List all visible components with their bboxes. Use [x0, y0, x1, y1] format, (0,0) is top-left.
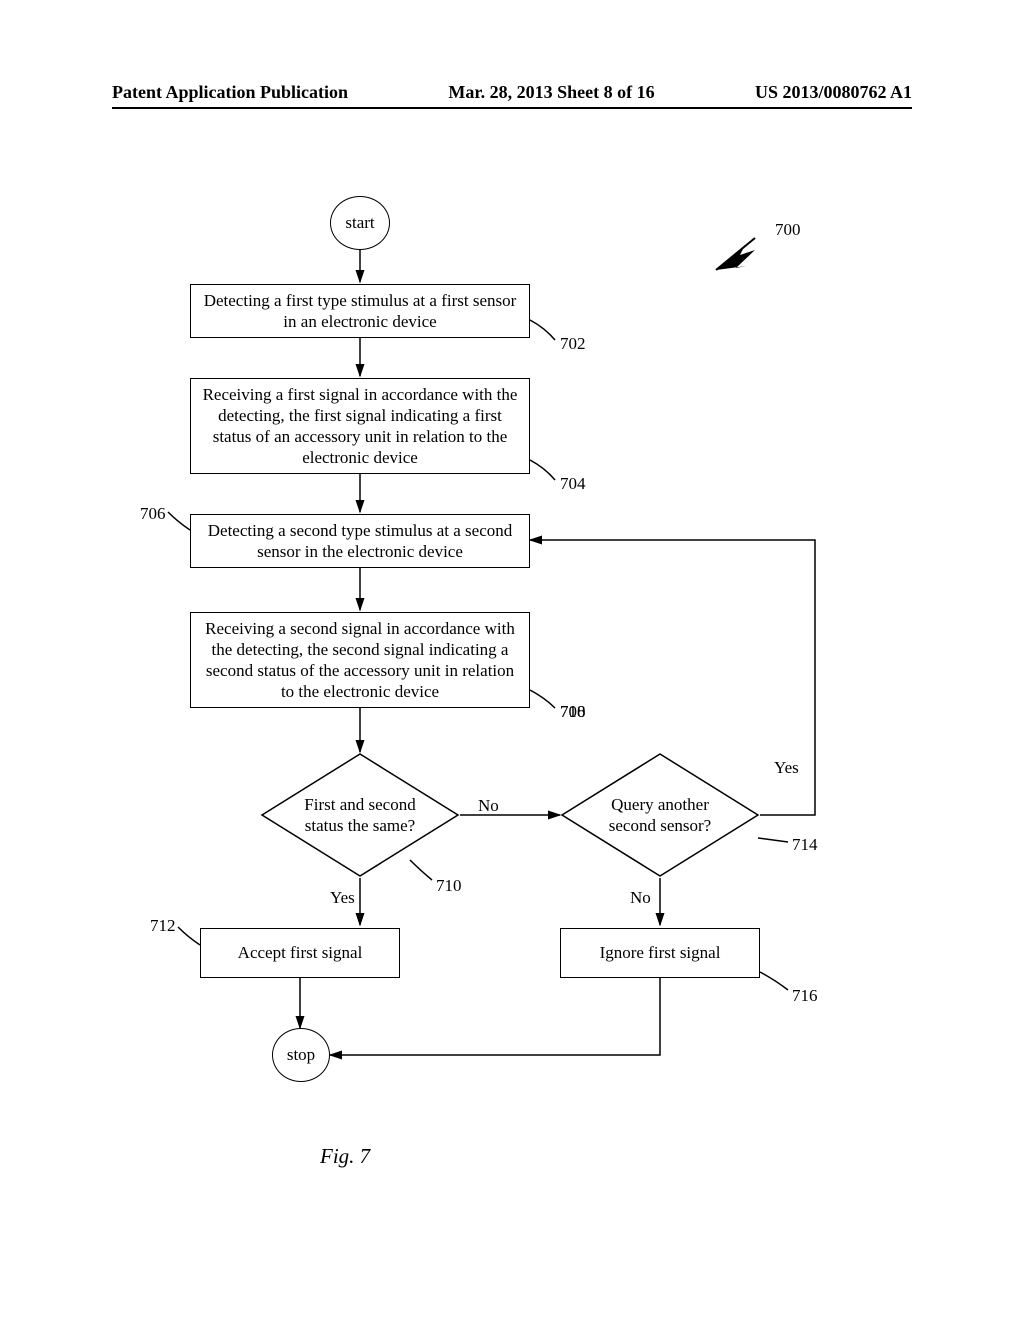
stop-node: stop: [272, 1028, 330, 1082]
ref-708b: 708: [560, 702, 586, 722]
flowchart: start Detecting a first type stimulus at…: [0, 190, 1024, 1190]
header-center: Mar. 28, 2013 Sheet 8 of 16: [448, 82, 654, 103]
label-no-714: No: [630, 888, 651, 908]
step-702: Detecting a first type stimulus at a fir…: [190, 284, 530, 338]
step-716: Ignore first signal: [560, 928, 760, 978]
stop-label: stop: [287, 1044, 315, 1065]
ref-702: 702: [560, 334, 586, 354]
ref-714: 714: [792, 835, 818, 855]
step-712: Accept first signal: [200, 928, 400, 978]
ref-710: 710: [436, 876, 462, 896]
header-right: US 2013/0080762 A1: [755, 82, 912, 103]
ref-712: 712: [150, 916, 176, 936]
page-header: Patent Application Publication Mar. 28, …: [112, 82, 912, 109]
ref-704: 704: [560, 474, 586, 494]
step-716-text: Ignore first signal: [600, 942, 721, 963]
decision-714: Query another second sensor?: [560, 752, 760, 878]
decision-714-text: Query another second sensor?: [590, 794, 730, 837]
step-712-text: Accept first signal: [238, 942, 363, 963]
ref-716: 716: [792, 986, 818, 1006]
step-704: Receiving a first signal in accordance w…: [190, 378, 530, 474]
start-label: start: [345, 212, 374, 233]
label-no-710: No: [478, 796, 499, 816]
ref-706: 706: [140, 504, 166, 524]
decision-710: First and second status the same?: [260, 752, 460, 878]
figure-caption: Fig. 7: [320, 1144, 370, 1169]
ref-700: 700: [775, 220, 801, 240]
header-left: Patent Application Publication: [112, 82, 348, 103]
start-node: start: [330, 196, 390, 250]
step-706-text: Detecting a second type stimulus at a se…: [201, 520, 519, 563]
step-706: Detecting a second type stimulus at a se…: [190, 514, 530, 568]
decision-710-text: First and second status the same?: [290, 794, 430, 837]
step-702-text: Detecting a first type stimulus at a fir…: [201, 290, 519, 333]
label-yes-710: Yes: [330, 888, 355, 908]
step-704-text: Receiving a first signal in accordance w…: [201, 384, 519, 469]
step-708-text: Receiving a second signal in accordance …: [201, 618, 519, 703]
label-yes-714: Yes: [774, 758, 799, 778]
step-708: Receiving a second signal in accordance …: [190, 612, 530, 708]
